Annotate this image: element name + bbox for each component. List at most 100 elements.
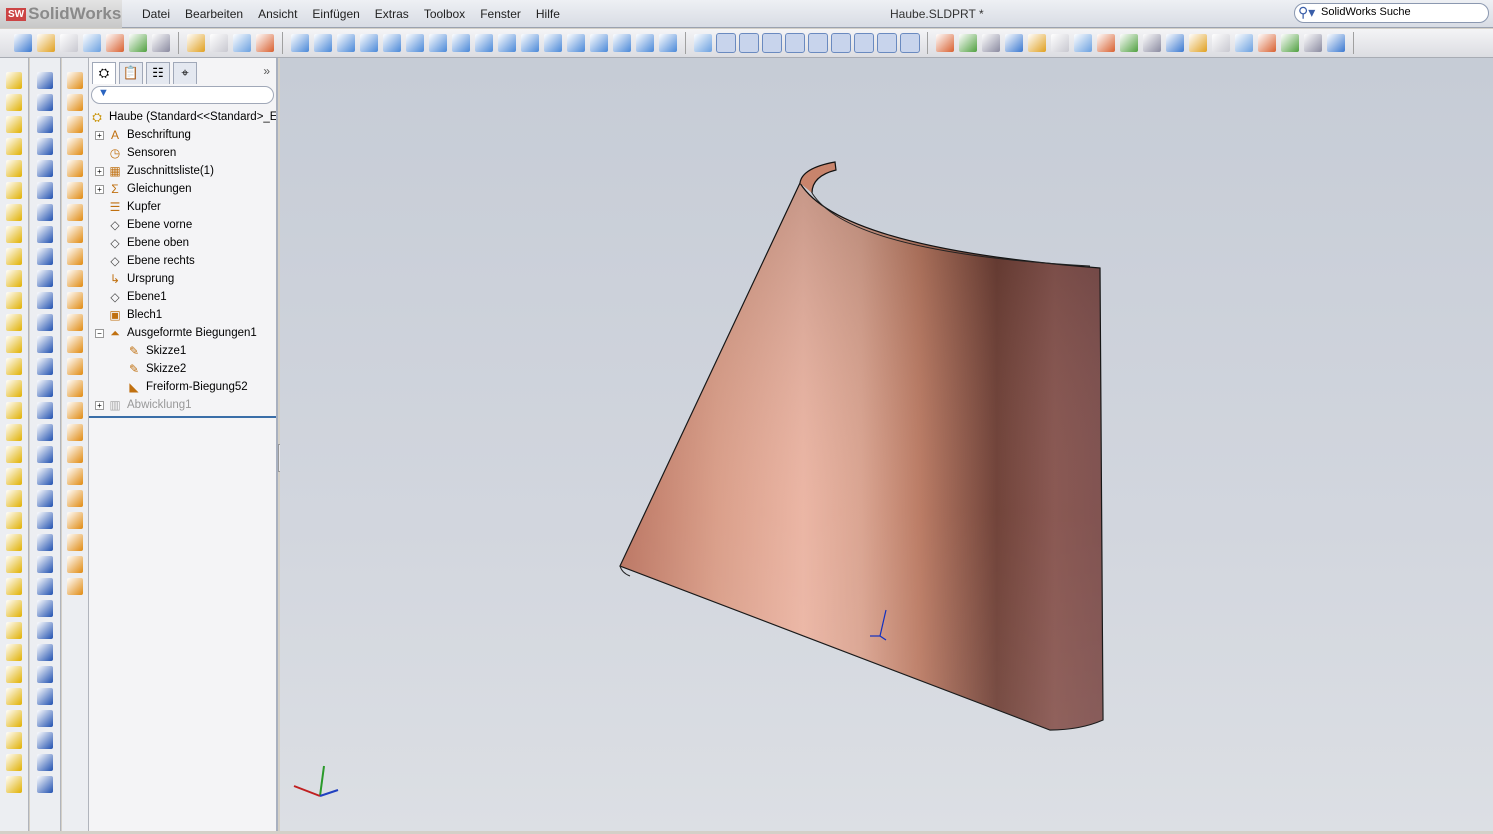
strip2-tool-26-icon[interactable] xyxy=(37,622,53,639)
tree-node[interactable]: + ▦ Zuschnittsliste(1) xyxy=(89,162,276,180)
strip2-tool-2-icon[interactable] xyxy=(37,94,53,111)
view-trimetric-button[interactable] xyxy=(452,34,470,52)
strip2-tool-14-icon[interactable] xyxy=(37,358,53,375)
miter-button[interactable] xyxy=(959,34,977,52)
strip3-tool-18-icon[interactable] xyxy=(67,446,83,463)
no-bends-button[interactable] xyxy=(1281,34,1299,52)
strip1-tool-23-icon[interactable] xyxy=(6,556,22,573)
strip3-tool-13-icon[interactable] xyxy=(67,336,83,353)
strip1-tool-5-icon[interactable] xyxy=(6,160,22,177)
strip2-tool-20-icon[interactable] xyxy=(37,490,53,507)
strip1-tool-16-icon[interactable] xyxy=(6,402,22,419)
view-front-button[interactable] xyxy=(291,34,309,52)
strip3-tool-3-icon[interactable] xyxy=(67,116,83,133)
sketched-bend-button[interactable] xyxy=(1097,34,1115,52)
hem-button[interactable] xyxy=(1051,34,1069,52)
strip1-tool-22-icon[interactable] xyxy=(6,534,22,551)
strip2-tool-31-icon[interactable] xyxy=(37,732,53,749)
strip1-tool-11-icon[interactable] xyxy=(6,292,22,309)
snap-6-button[interactable] xyxy=(831,33,851,53)
flatten-button[interactable] xyxy=(1258,34,1276,52)
menu-ansicht[interactable]: Ansicht xyxy=(258,7,297,21)
propertymanager-tab[interactable]: 📋 xyxy=(119,62,143,84)
select-button[interactable] xyxy=(256,34,274,52)
strip3-tool-22-icon[interactable] xyxy=(67,534,83,551)
strip2-tool-12-icon[interactable] xyxy=(37,314,53,331)
strip2-tool-15-icon[interactable] xyxy=(37,380,53,397)
strip2-tool-23-icon[interactable] xyxy=(37,556,53,573)
traffic-light-button[interactable] xyxy=(233,34,251,52)
strip1-tool-27-icon[interactable] xyxy=(6,644,22,661)
corner-button[interactable] xyxy=(1028,34,1046,52)
strip2-tool-1-icon[interactable] xyxy=(37,72,53,89)
tree-root[interactable]: ⛭ Haube (Standard<<Standard>_E xyxy=(89,108,276,126)
strip1-tool-25-icon[interactable] xyxy=(6,600,22,617)
snap-8-button[interactable] xyxy=(877,33,897,53)
strip1-tool-9-icon[interactable] xyxy=(6,248,22,265)
strip3-tool-19-icon[interactable] xyxy=(67,468,83,485)
insert-bends-button[interactable] xyxy=(1327,34,1345,52)
print-button[interactable] xyxy=(83,34,101,52)
featuremanager-tab[interactable]: ⛭ xyxy=(92,62,116,84)
menu-toolbox[interactable]: Toolbox xyxy=(424,7,465,21)
redo-button[interactable] xyxy=(210,34,228,52)
sketch-button[interactable] xyxy=(694,34,712,52)
view-bottom-button[interactable] xyxy=(406,34,424,52)
rebuild-button[interactable] xyxy=(60,34,78,52)
strip2-tool-3-icon[interactable] xyxy=(37,116,53,133)
strip2-tool-10-icon[interactable] xyxy=(37,270,53,287)
tree-node[interactable]: ▣ Blech1 xyxy=(89,306,276,324)
view-right-button[interactable] xyxy=(360,34,378,52)
strip3-tool-24-icon[interactable] xyxy=(67,578,83,595)
shaded-button[interactable] xyxy=(498,34,516,52)
strip2-tool-17-icon[interactable] xyxy=(37,424,53,441)
expand-toggle[interactable]: + xyxy=(95,400,104,410)
open-button[interactable] xyxy=(37,34,55,52)
new-document-button[interactable] xyxy=(14,34,32,52)
rollback-bar[interactable] xyxy=(89,416,276,418)
view-top-button[interactable] xyxy=(383,34,401,52)
undo-button[interactable] xyxy=(187,34,205,52)
snap-7-button[interactable] xyxy=(854,33,874,53)
lofted-bend-button[interactable] xyxy=(982,34,1000,52)
tree-node[interactable]: + A Beschriftung xyxy=(89,126,276,144)
strip1-tool-2-icon[interactable] xyxy=(6,94,22,111)
strip1-tool-15-icon[interactable] xyxy=(6,380,22,397)
strip2-tool-33-icon[interactable] xyxy=(37,776,53,793)
strip2-tool-16-icon[interactable] xyxy=(37,402,53,419)
strip2-tool-13-icon[interactable] xyxy=(37,336,53,353)
tree-node[interactable]: ◇ Ebene1 xyxy=(89,288,276,306)
tree-node[interactable]: ◇ Ebene oben xyxy=(89,234,276,252)
file-properties-button[interactable] xyxy=(152,34,170,52)
strip1-tool-7-icon[interactable] xyxy=(6,204,22,221)
edge-flange-button[interactable] xyxy=(1005,34,1023,52)
welded-corner-button[interactable] xyxy=(1166,34,1184,52)
strip2-tool-30-icon[interactable] xyxy=(37,710,53,727)
hidden-lines-button[interactable] xyxy=(544,34,562,52)
options-button[interactable] xyxy=(129,34,147,52)
view-dimetric-button[interactable] xyxy=(475,34,493,52)
graphics-area[interactable] xyxy=(280,58,1493,831)
tree-node[interactable]: ◇ Ebene vorne xyxy=(89,216,276,234)
strip3-tool-9-icon[interactable] xyxy=(67,248,83,265)
strip3-tool-10-icon[interactable] xyxy=(67,270,83,287)
rotate-button[interactable] xyxy=(636,34,654,52)
strip2-tool-28-icon[interactable] xyxy=(37,666,53,683)
strip1-tool-20-icon[interactable] xyxy=(6,490,22,507)
strip2-tool-11-icon[interactable] xyxy=(37,292,53,309)
strip1-tool-26-icon[interactable] xyxy=(6,622,22,639)
menu-bearbeiten[interactable]: Bearbeiten xyxy=(185,7,243,21)
snap-5-button[interactable] xyxy=(808,33,828,53)
strip3-tool-8-icon[interactable] xyxy=(67,226,83,243)
pan-button[interactable] xyxy=(659,34,677,52)
strip1-tool-32-icon[interactable] xyxy=(6,754,22,771)
strip1-tool-4-icon[interactable] xyxy=(6,138,22,155)
strip3-tool-15-icon[interactable] xyxy=(67,380,83,397)
shaded-edges-button[interactable] xyxy=(521,34,539,52)
jog-button[interactable] xyxy=(1074,34,1092,52)
view-back-button[interactable] xyxy=(314,34,332,52)
strip1-tool-17-icon[interactable] xyxy=(6,424,22,441)
tree-node[interactable]: + Σ Gleichungen xyxy=(89,180,276,198)
menu-datei[interactable]: Datei xyxy=(142,7,170,21)
unfold-button[interactable] xyxy=(1212,34,1230,52)
